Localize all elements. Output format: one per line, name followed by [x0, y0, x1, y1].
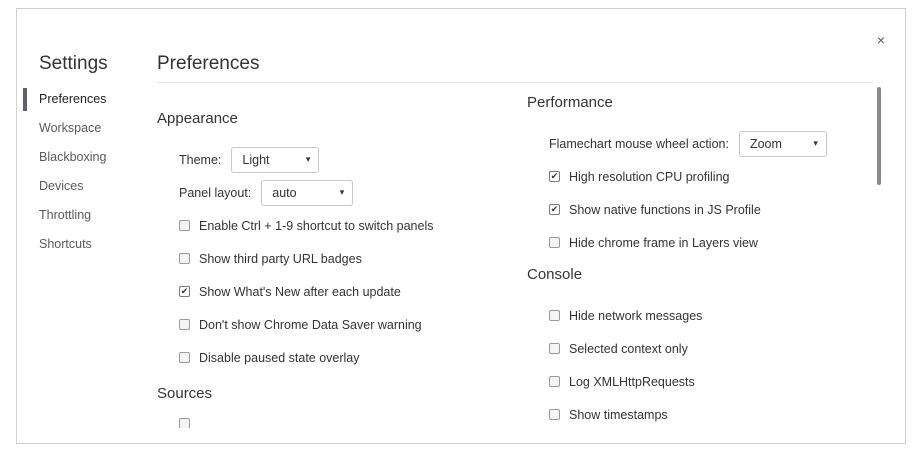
sidebar: Settings Preferences Workspace Blackboxi…: [17, 9, 157, 443]
disable-paused-overlay-checkbox-row[interactable]: Disable paused state overlay: [157, 341, 497, 374]
checkbox-label: Selected context only: [569, 341, 688, 356]
sidebar-item-throttling[interactable]: Throttling: [17, 201, 157, 230]
checkbox[interactable]: [179, 253, 190, 264]
data-saver-warning-checkbox-row[interactable]: Don't show Chrome Data Saver warning: [157, 308, 497, 341]
checkbox-label: High resolution CPU profiling: [569, 169, 730, 184]
checkbox-label: Hide network messages: [569, 308, 703, 323]
left-column: Appearance Theme: Light ▾ Panel layout: …: [157, 109, 497, 428]
checkbox-label: Enable Ctrl + 1-9 shortcut to switch pan…: [199, 218, 434, 233]
checkbox-label: Show native functions in JS Profile: [569, 202, 761, 217]
scrollbar-thumb[interactable]: [877, 87, 881, 185]
sidebar-item-shortcuts[interactable]: Shortcuts: [17, 230, 157, 259]
sidebar-nav: Preferences Workspace Blackboxing Device…: [17, 85, 157, 259]
native-functions-checkbox-row[interactable]: ✔ Show native functions in JS Profile: [527, 193, 867, 226]
sources-cut-row: [157, 418, 497, 428]
checkbox-checked[interactable]: ✔: [179, 286, 190, 297]
panel-layout-row: Panel layout: auto ▾: [157, 176, 497, 209]
preferences-panel: Preferences Appearance Theme: Light ▾ Pa…: [157, 9, 905, 443]
checkbox-label: Show timestamps: [569, 407, 668, 422]
sidebar-item-blackboxing[interactable]: Blackboxing: [17, 143, 157, 172]
checkbox[interactable]: [549, 237, 560, 248]
theme-select-value: Light: [242, 152, 270, 167]
checkbox-label: Disable paused state overlay: [199, 350, 360, 365]
flamechart-label: Flamechart mouse wheel action:: [549, 136, 729, 151]
panel-layout-select-value: auto: [272, 185, 297, 200]
settings-dialog: × Settings Preferences Workspace Blackbo…: [16, 8, 906, 444]
show-whats-new-checkbox-row[interactable]: ✔ Show What's New after each update: [157, 275, 497, 308]
checkbox[interactable]: [179, 319, 190, 330]
checkmark-icon: ✔: [550, 171, 559, 181]
checkbox[interactable]: [179, 352, 190, 363]
log-xhr-checkbox-row[interactable]: Log XMLHttpRequests: [527, 365, 867, 398]
theme-label: Theme:: [179, 152, 222, 167]
checkmark-icon: ✔: [550, 204, 559, 214]
checkmark-icon: ✔: [180, 286, 189, 296]
sidebar-title: Settings: [39, 53, 108, 74]
sidebar-item-preferences[interactable]: Preferences: [17, 85, 157, 114]
sources-section-title: Sources: [157, 385, 213, 402]
flamechart-row: Flamechart mouse wheel action: Zoom ▾: [527, 127, 867, 160]
console-section-title: Console: [527, 266, 583, 283]
checkbox-checked[interactable]: ✔: [549, 204, 560, 215]
show-timestamps-checkbox-row[interactable]: Show timestamps: [527, 398, 867, 431]
high-res-cpu-checkbox-row[interactable]: ✔ High resolution CPU profiling: [527, 160, 867, 193]
panel-layout-select[interactable]: auto ▾: [261, 179, 354, 206]
checkbox[interactable]: [549, 343, 560, 354]
show-third-party-badges-checkbox-row[interactable]: Show third party URL badges: [157, 242, 497, 275]
title-divider: [157, 82, 873, 83]
checkbox-label: Hide chrome frame in Layers view: [569, 235, 758, 250]
checkbox[interactable]: [179, 418, 190, 428]
selected-context-only-checkbox-row[interactable]: Selected context only: [527, 332, 867, 365]
sidebar-item-devices[interactable]: Devices: [17, 172, 157, 201]
theme-select[interactable]: Light ▾: [231, 146, 320, 173]
enable-ctrl-shortcut-checkbox-row[interactable]: Enable Ctrl + 1-9 shortcut to switch pan…: [157, 209, 497, 242]
flamechart-select[interactable]: Zoom ▾: [738, 130, 827, 157]
right-column: Performance Flamechart mouse wheel actio…: [527, 93, 867, 431]
sidebar-item-workspace[interactable]: Workspace: [17, 114, 157, 143]
checkbox[interactable]: [549, 376, 560, 387]
checkbox-label: Show third party URL badges: [199, 251, 362, 266]
hide-chrome-frame-checkbox-row[interactable]: Hide chrome frame in Layers view: [527, 226, 867, 259]
chevron-down-icon: ▾: [339, 187, 345, 197]
performance-section-title: Performance: [527, 94, 613, 111]
appearance-section-title: Appearance: [157, 110, 238, 127]
chevron-down-icon: ▾: [813, 138, 818, 148]
checkbox-label: Don't show Chrome Data Saver warning: [199, 317, 422, 332]
panel-layout-label: Panel layout:: [179, 185, 252, 200]
checkbox[interactable]: [179, 220, 190, 231]
hide-network-messages-checkbox-row[interactable]: Hide network messages: [527, 299, 867, 332]
checkbox-checked[interactable]: ✔: [549, 171, 560, 182]
checkbox-label: Show What's New after each update: [199, 284, 401, 299]
chevron-down-icon: ▾: [305, 154, 311, 164]
flamechart-select-value: Zoom: [749, 136, 782, 151]
checkbox-label: Log XMLHttpRequests: [569, 374, 695, 389]
checkbox[interactable]: [549, 310, 560, 321]
theme-row: Theme: Light ▾: [157, 143, 497, 176]
page-title: Preferences: [157, 53, 260, 74]
checkbox[interactable]: [549, 409, 560, 420]
